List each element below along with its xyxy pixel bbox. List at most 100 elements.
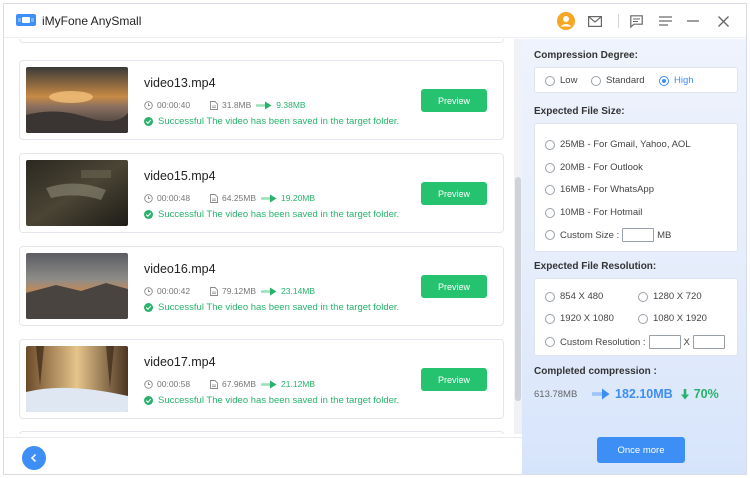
radio-size-20mb[interactable]: 20MB - For Outlook: [545, 162, 643, 173]
radio-size-16mb[interactable]: 16MB - For WhatsApp: [545, 184, 654, 195]
custom-size-input[interactable]: [622, 228, 655, 242]
custom-resolution-height-input[interactable]: [692, 335, 725, 349]
video-duration: 00:00:42: [157, 286, 191, 296]
radio-res-1280x720[interactable]: 1280 X 720: [638, 291, 702, 302]
radio-label: 25MB - For Gmail, Yahoo, AOL: [560, 139, 691, 150]
video-meta: 00:00:42 79.12MB 23.14MB: [144, 285, 315, 297]
preview-button[interactable]: Preview: [421, 89, 487, 112]
scrollbar-thumb[interactable]: [515, 177, 521, 401]
completed-compression-summary: 613.78MB 182.10MB 70%: [534, 385, 719, 403]
original-size: 64.25MB: [222, 193, 257, 203]
preview-button[interactable]: Preview: [421, 368, 487, 391]
check-circle-icon: [144, 117, 153, 126]
video-meta: 00:00:58 67.96MB 21.12MB: [144, 378, 315, 390]
video-item: video17.mp4 00:00:58 67.96MB 21.12MB Suc…: [19, 339, 504, 419]
app-title: iMyFone AnySmall: [42, 14, 142, 28]
compression-degree-options: Low Standard High: [534, 67, 738, 93]
original-size: 79.12MB: [222, 286, 257, 296]
app-window: iMyFone AnySmall video13.mp4 00:00:40 31…: [3, 3, 747, 475]
radio-label: 10MB - For Hotmail: [560, 207, 643, 218]
radio-degree-standard[interactable]: Standard: [591, 75, 645, 86]
compressed-size: 19.20MB: [281, 193, 316, 203]
radio-circle: [545, 75, 555, 86]
custom-resolution-width-input[interactable]: [648, 335, 681, 349]
arrow-right-icon: [592, 388, 610, 400]
video-thumbnail: [26, 253, 128, 319]
arrow-right-icon: [256, 101, 272, 109]
radio-label: Custom Size :: [560, 229, 620, 241]
back-button[interactable]: [22, 446, 46, 470]
video-status-text: Successful The video has been saved in t…: [158, 395, 400, 406]
radio-size-custom[interactable]: Custom Size : MB: [545, 228, 671, 242]
compressed-size: 9.38MB: [276, 100, 306, 110]
video-status: Successful The video has been saved in t…: [144, 302, 399, 313]
radio-degree-low[interactable]: Low: [545, 75, 577, 86]
radio-circle: [638, 313, 648, 324]
user-avatar-icon[interactable]: [556, 11, 576, 31]
once-more-button[interactable]: Once more: [597, 437, 685, 463]
preview-button[interactable]: Preview: [421, 182, 487, 205]
custom-resolution-separator: X: [683, 336, 690, 348]
check-circle-icon: [144, 396, 153, 405]
radio-size-25mb[interactable]: 25MB - For Gmail, Yahoo, AOL: [545, 139, 691, 150]
arrow-right-icon: [261, 194, 277, 202]
radio-label: Custom Resolution :: [560, 336, 646, 348]
radio-degree-high[interactable]: High: [659, 75, 694, 86]
radio-res-1080x1920[interactable]: 1080 X 1920: [638, 313, 707, 324]
video-status-text: Successful The video has been saved in t…: [158, 209, 400, 220]
file-icon: [210, 379, 218, 389]
video-thumbnail: [26, 160, 128, 226]
video-status: Successful The video has been saved in t…: [144, 209, 399, 220]
clock-icon: [144, 379, 153, 389]
settings-panel: Compression Degree: Low Standard High Ex…: [522, 39, 746, 474]
radio-circle: [545, 139, 555, 150]
radio-circle: [638, 291, 648, 302]
footer-bar: [4, 437, 522, 474]
radio-res-1920x1080[interactable]: 1920 X 1080: [545, 313, 614, 324]
minimize-icon[interactable]: [683, 11, 703, 31]
compression-degree-title: Compression Degree:: [534, 50, 638, 61]
feedback-icon[interactable]: [626, 11, 646, 31]
radio-circle: [545, 207, 555, 218]
radio-label: 16MB - For WhatsApp: [560, 184, 654, 195]
check-circle-icon: [144, 210, 153, 219]
radio-circle-selected: [659, 75, 669, 86]
video-thumbnail: [26, 346, 128, 412]
video-list: video13.mp4 00:00:40 31.8MB 9.38MB Succe…: [4, 39, 522, 434]
titlebar-separator: [618, 14, 619, 28]
app-logo-icon: [16, 14, 36, 26]
video-meta: 00:00:48 64.25MB 19.20MB: [144, 192, 315, 204]
video-filename: video16.mp4: [144, 262, 216, 276]
radio-circle: [545, 162, 555, 173]
radio-size-10mb[interactable]: 10MB - For Hotmail: [545, 207, 642, 218]
menu-icon[interactable]: [655, 11, 675, 31]
radio-circle: [545, 184, 555, 195]
original-total-size: 613.78MB: [534, 388, 578, 400]
expected-size-title: Expected File Size:: [534, 106, 625, 117]
video-list-panel: video13.mp4 00:00:40 31.8MB 9.38MB Succe…: [4, 39, 522, 474]
mail-icon[interactable]: [585, 11, 605, 31]
radio-res-854x480[interactable]: 854 X 480: [545, 291, 603, 302]
video-duration: 00:00:48: [157, 193, 191, 203]
preview-button[interactable]: Preview: [421, 275, 487, 298]
expected-resolution-options: 854 X 480 1280 X 720 1920 X 1080 1080 X …: [534, 278, 738, 356]
clock-icon: [144, 286, 153, 296]
radio-label: 1280 X 720: [653, 291, 702, 302]
close-icon[interactable]: [713, 11, 733, 31]
original-size: 31.8MB: [222, 100, 252, 110]
file-icon: [210, 193, 218, 203]
video-status: Successful The video has been saved in t…: [144, 116, 399, 127]
arrow-down-icon: [680, 388, 689, 399]
radio-res-custom[interactable]: Custom Resolution : X: [545, 335, 728, 349]
file-icon: [210, 286, 218, 296]
compressed-size: 23.14MB: [281, 286, 316, 296]
video-filename: video17.mp4: [144, 355, 216, 369]
radio-label: Standard: [606, 75, 645, 86]
clock-icon: [144, 100, 153, 110]
list-item-partial: [19, 39, 504, 43]
radio-circle: [545, 230, 555, 240]
radio-circle: [545, 313, 555, 324]
back-arrow-icon: [30, 453, 37, 463]
radio-circle: [591, 75, 601, 86]
completed-compression-title: Completed compression :: [534, 366, 657, 377]
